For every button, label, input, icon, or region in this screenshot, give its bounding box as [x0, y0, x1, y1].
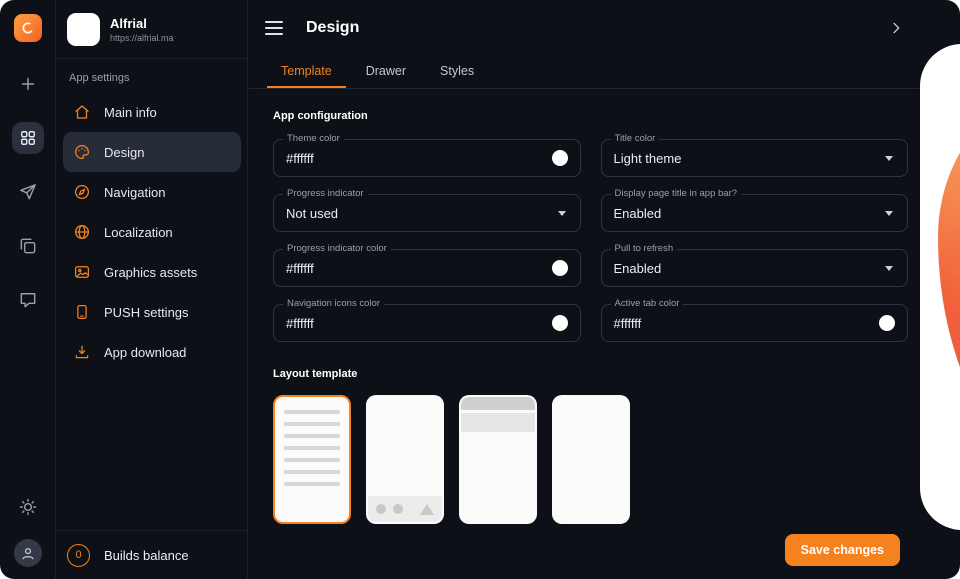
section-title-app-configuration: App configuration — [273, 110, 368, 122]
app-logo-icon[interactable] — [13, 14, 42, 42]
sidebar-item-label: Localization — [104, 224, 173, 240]
content-area: App configuration Theme color #ffffff Titl… — [249, 110, 960, 524]
phone-screen — [930, 54, 960, 520]
field-value: Not used — [286, 205, 339, 221]
layout-template-media-footer[interactable] — [366, 395, 444, 524]
field-value: Enabled — [613, 205, 662, 221]
plus-icon[interactable] — [12, 68, 44, 100]
tab-styles[interactable]: Styles — [426, 56, 488, 88]
sidebar-item-label: App download — [104, 344, 187, 360]
form-grid: Theme color #ffffff Title color Light theme… — [273, 133, 908, 342]
field-label: Active tab color — [610, 298, 684, 309]
field-label: Pull to refresh — [610, 243, 678, 254]
field-value: #ffffff — [286, 315, 314, 331]
color-swatch — [551, 260, 568, 276]
page-title: Design — [306, 19, 360, 36]
rail-top-icons — [11, 68, 44, 316]
compass-icon — [73, 183, 91, 201]
sidebar-item-label: Graphics assets — [104, 264, 198, 280]
globe-icon — [73, 223, 91, 241]
layout-template-blank[interactable] — [552, 395, 630, 524]
layout-template-list[interactable] — [273, 395, 351, 524]
sidebar-item-label: PUSH settings — [104, 304, 189, 320]
builds-balance-label: Builds balance — [104, 547, 189, 563]
image-icon — [73, 263, 91, 281]
sidebar-item-label: Navigation — [104, 184, 166, 200]
chevron-down-icon — [885, 210, 893, 216]
sidebar-item-main-info[interactable]: Main info — [63, 92, 241, 132]
menu-icon[interactable] — [265, 21, 283, 35]
sidebar-menu: Main info Design Navigation Localization Gra… — [57, 92, 247, 372]
sidebar-item-label: Design — [104, 144, 145, 160]
phone-preview — [920, 44, 960, 530]
apps-grid-icon[interactable] — [11, 122, 44, 154]
field-value: #ffffff — [286, 260, 314, 276]
chat-icon[interactable] — [12, 284, 44, 316]
field-label: Display page title in app bar? — [610, 188, 742, 199]
field-value: Enabled — [613, 260, 662, 276]
main-content: Design Template Drawer Styles App configur… — [249, 0, 960, 579]
tab-drawer[interactable]: Drawer — [352, 56, 420, 88]
color-swatch — [551, 315, 568, 331]
sidebar-item-graphics-assets[interactable]: Graphics assets — [63, 252, 241, 292]
field-active-tab-color[interactable]: Active tab color #ffffff — [600, 298, 908, 342]
home-icon — [73, 103, 91, 121]
color-swatch — [879, 315, 895, 331]
builds-balance-badge: 0 — [67, 543, 90, 567]
layout-templates — [273, 395, 908, 524]
app-url: https://alfrial.ma — [110, 33, 174, 43]
field-progress-indicator[interactable]: Progress indicator Not used — [273, 188, 581, 232]
field-value: #ffffff — [613, 315, 642, 331]
chevron-down-icon — [885, 265, 893, 271]
layout-template-header[interactable] — [459, 395, 537, 524]
sidebar-item-push-settings[interactable]: PUSH settings — [63, 292, 241, 332]
user-avatar-icon[interactable] — [13, 539, 42, 567]
chevron-down-icon — [885, 155, 893, 161]
workspace-header[interactable]: Alfrial https://alfrial.ma — [57, 0, 247, 58]
download-icon — [73, 343, 91, 361]
app-name: Alfrial — [110, 16, 147, 31]
app-window: Alfrial https://alfrial.ma App settings … — [0, 0, 960, 579]
field-value: Light theme — [613, 150, 682, 166]
palette-icon — [73, 143, 91, 161]
field-title-color[interactable]: Title color Light theme — [600, 133, 908, 177]
app-avatar — [67, 13, 100, 46]
tab-bar: Template Drawer Styles — [249, 56, 960, 89]
sidebar-item-app-download[interactable]: App download — [63, 332, 241, 372]
save-changes-button[interactable]: Save changes — [784, 534, 900, 566]
section-title-layout-template: Layout template — [273, 368, 358, 380]
chevron-right-icon[interactable] — [888, 20, 904, 36]
sidebar-item-localization[interactable]: Localization — [63, 212, 241, 252]
field-label: Theme color — [283, 133, 344, 144]
color-swatch — [551, 150, 568, 166]
icon-rail — [0, 0, 56, 579]
sidebar-section-label: App settings — [69, 72, 130, 84]
field-progress-indicator-color[interactable]: Progress indicator color #ffffff — [273, 243, 581, 287]
send-icon[interactable] — [12, 176, 44, 208]
sidebar-item-navigation[interactable]: Navigation — [63, 172, 241, 212]
field-label: Progress indicator color — [283, 243, 391, 254]
field-navigation-icons-color[interactable]: Navigation icons color #ffffff — [273, 298, 581, 342]
sidebar: Alfrial https://alfrial.ma App settings … — [57, 0, 248, 579]
theme-toggle-icon[interactable] — [12, 491, 44, 523]
field-theme-color[interactable]: Theme color #ffffff — [273, 133, 581, 177]
assets-icon[interactable] — [12, 230, 44, 262]
gradient-artwork — [938, 78, 960, 496]
field-pull-to-refresh[interactable]: Pull to refresh Enabled — [600, 243, 908, 287]
field-label: Navigation icons color — [283, 298, 384, 309]
field-display-page-title-in-app-bar[interactable]: Display page title in app bar? Enabled — [600, 188, 908, 232]
sidebar-item-design[interactable]: Design — [63, 132, 241, 172]
phone-notification-icon — [73, 303, 91, 321]
tab-template[interactable]: Template — [267, 56, 346, 88]
page-header: Design — [249, 0, 960, 56]
field-value: #ffffff — [286, 150, 314, 166]
sidebar-footer: 0 Builds balance — [57, 530, 247, 579]
field-label: Progress indicator — [283, 188, 368, 199]
rail-bottom-icons — [12, 491, 44, 567]
field-label: Title color — [610, 133, 660, 144]
sidebar-item-label: Main info — [104, 104, 157, 120]
chevron-down-icon — [557, 210, 566, 216]
